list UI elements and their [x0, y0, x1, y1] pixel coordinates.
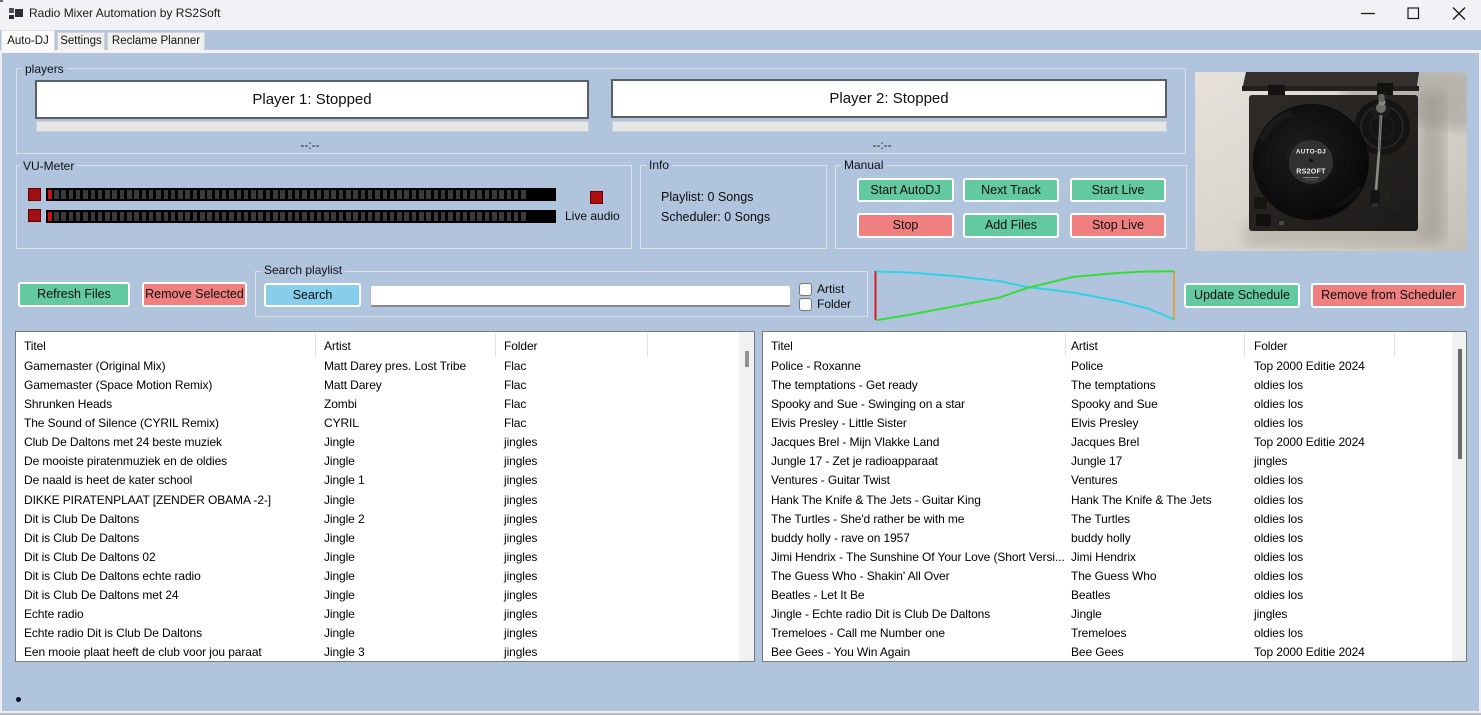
svg-text:AUTO-DJ: AUTO-DJ [1296, 149, 1326, 156]
svg-text:RS2OFT: RS2OFT [1296, 167, 1326, 176]
